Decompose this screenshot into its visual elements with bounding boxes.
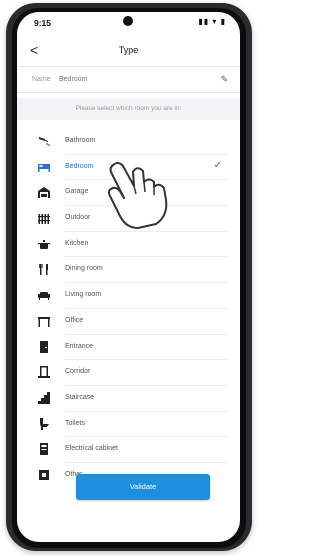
room-label: Office bbox=[65, 316, 84, 324]
list-item-entrance[interactable]: Entrance bbox=[17, 335, 240, 361]
list-item-bathroom[interactable]: Bathroom bbox=[17, 129, 240, 155]
room-list: Bathroom Bedroom ✓ Garage Outdoor Kitche… bbox=[17, 129, 240, 489]
list-item-living-room[interactable]: Living room bbox=[17, 283, 240, 309]
status-icons: ▮▮ ▾ ▮ bbox=[198, 17, 226, 26]
shower-icon bbox=[38, 135, 50, 147]
front-camera bbox=[123, 16, 133, 26]
room-label: Outdoor bbox=[65, 214, 91, 222]
room-label: Living room bbox=[65, 291, 102, 299]
bed-icon bbox=[38, 161, 50, 173]
name-field-label: Name bbox=[32, 76, 51, 83]
corridor-icon bbox=[38, 366, 50, 379]
room-label: Dining room bbox=[65, 265, 103, 273]
stairs-icon bbox=[38, 391, 50, 404]
room-label: Entrance bbox=[65, 342, 94, 350]
list-item-office[interactable]: Office bbox=[17, 309, 240, 335]
fork-knife-icon bbox=[38, 263, 50, 276]
fence-icon bbox=[38, 212, 50, 225]
list-item-corridor[interactable]: Corridor bbox=[17, 360, 240, 386]
cabinet-icon bbox=[38, 443, 50, 456]
pot-icon bbox=[38, 238, 50, 250]
toilet-icon bbox=[38, 417, 50, 430]
list-item-outdoor[interactable]: Outdoor bbox=[17, 206, 240, 232]
other-icon bbox=[38, 469, 50, 481]
list-item-toilets[interactable]: Toilets bbox=[17, 412, 240, 438]
room-label: Bathroom bbox=[65, 137, 96, 144]
divider bbox=[17, 92, 240, 93]
room-label: Corridor bbox=[65, 368, 91, 376]
nav-bar: < Type bbox=[17, 42, 240, 64]
list-item-kitchen[interactable]: Kitchen bbox=[17, 232, 240, 258]
desk-icon bbox=[38, 315, 50, 327]
status-bar: 9:15 ▮▮ ▾ ▮ bbox=[17, 12, 240, 34]
divider bbox=[17, 66, 240, 67]
page-title: Type bbox=[118, 45, 139, 55]
name-field[interactable]: Name Bedroom ✎ bbox=[17, 70, 240, 90]
list-item-electrical-cabinet[interactable]: Electrical cabinet bbox=[17, 437, 240, 463]
room-label: Staircase bbox=[65, 393, 95, 401]
validate-button[interactable]: Validate bbox=[76, 474, 210, 500]
screen: 9:15 ▮▮ ▾ ▮ < Type Name Bedroom ✎ Please… bbox=[17, 12, 240, 542]
room-label: Kitchen bbox=[65, 239, 89, 247]
name-field-value[interactable]: Bedroom bbox=[59, 76, 87, 83]
garage-icon bbox=[38, 186, 50, 199]
room-label: Electrical cabinet bbox=[65, 445, 118, 453]
room-label: Garage bbox=[65, 188, 89, 196]
list-item-staircase[interactable]: Staircase bbox=[17, 386, 240, 412]
checkmark-icon: ✓ bbox=[213, 159, 222, 171]
room-label: Bedroom bbox=[65, 162, 94, 170]
sofa-icon bbox=[38, 289, 50, 301]
status-time: 9:15 bbox=[34, 18, 52, 28]
door-icon bbox=[38, 340, 50, 353]
room-label: Toilets bbox=[65, 419, 85, 427]
room-prompt: Please select which room you are in: bbox=[17, 98, 240, 120]
list-item-bedroom[interactable]: Bedroom ✓ bbox=[17, 155, 240, 181]
list-item-garage[interactable]: Garage bbox=[17, 180, 240, 207]
list-item-dining-room[interactable]: Dining room bbox=[17, 257, 240, 284]
pencil-icon[interactable]: ✎ bbox=[220, 74, 228, 85]
